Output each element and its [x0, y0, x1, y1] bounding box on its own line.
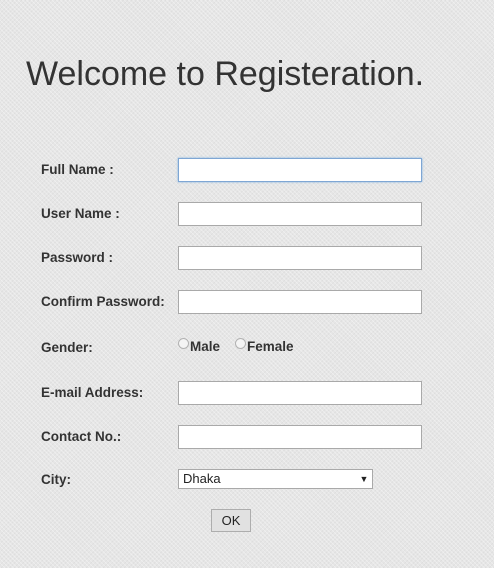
confirm-password-input[interactable] [178, 290, 422, 314]
chevron-down-icon: ▼ [359, 474, 369, 484]
male-radio-label: Male [190, 338, 221, 354]
gender-label: Gender: [41, 340, 93, 355]
gender-option-male[interactable]: Male [178, 338, 221, 354]
gender-option-female[interactable]: Female [235, 338, 294, 354]
registration-page: { "page": { "title": "Welcome to Registe… [0, 0, 494, 568]
contact-label: Contact No.: [41, 429, 122, 444]
city-select-value: Dhaka [183, 471, 221, 486]
contact-input[interactable] [178, 425, 422, 449]
city-label: City: [41, 472, 71, 487]
gender-radio-group: Male Female [178, 337, 294, 355]
male-radio[interactable] [178, 338, 189, 349]
confirm-password-label: Confirm Password: [41, 294, 165, 309]
password-input[interactable] [178, 246, 422, 270]
ok-button[interactable]: OK [211, 509, 251, 532]
female-radio[interactable] [235, 338, 247, 349]
city-select[interactable]: Dhaka ▼ [178, 469, 373, 489]
female-radio-label: Female [247, 338, 294, 354]
email-input[interactable] [178, 381, 422, 405]
full-name-label: Full Name : [41, 162, 114, 177]
email-label: E-mail Address: [41, 385, 144, 400]
user-name-label: User Name : [41, 206, 120, 221]
password-label: Password : [41, 250, 114, 265]
user-name-input[interactable] [178, 202, 422, 226]
full-name-input[interactable] [178, 158, 422, 182]
page-title: Welcome to Registeration. [26, 55, 425, 93]
